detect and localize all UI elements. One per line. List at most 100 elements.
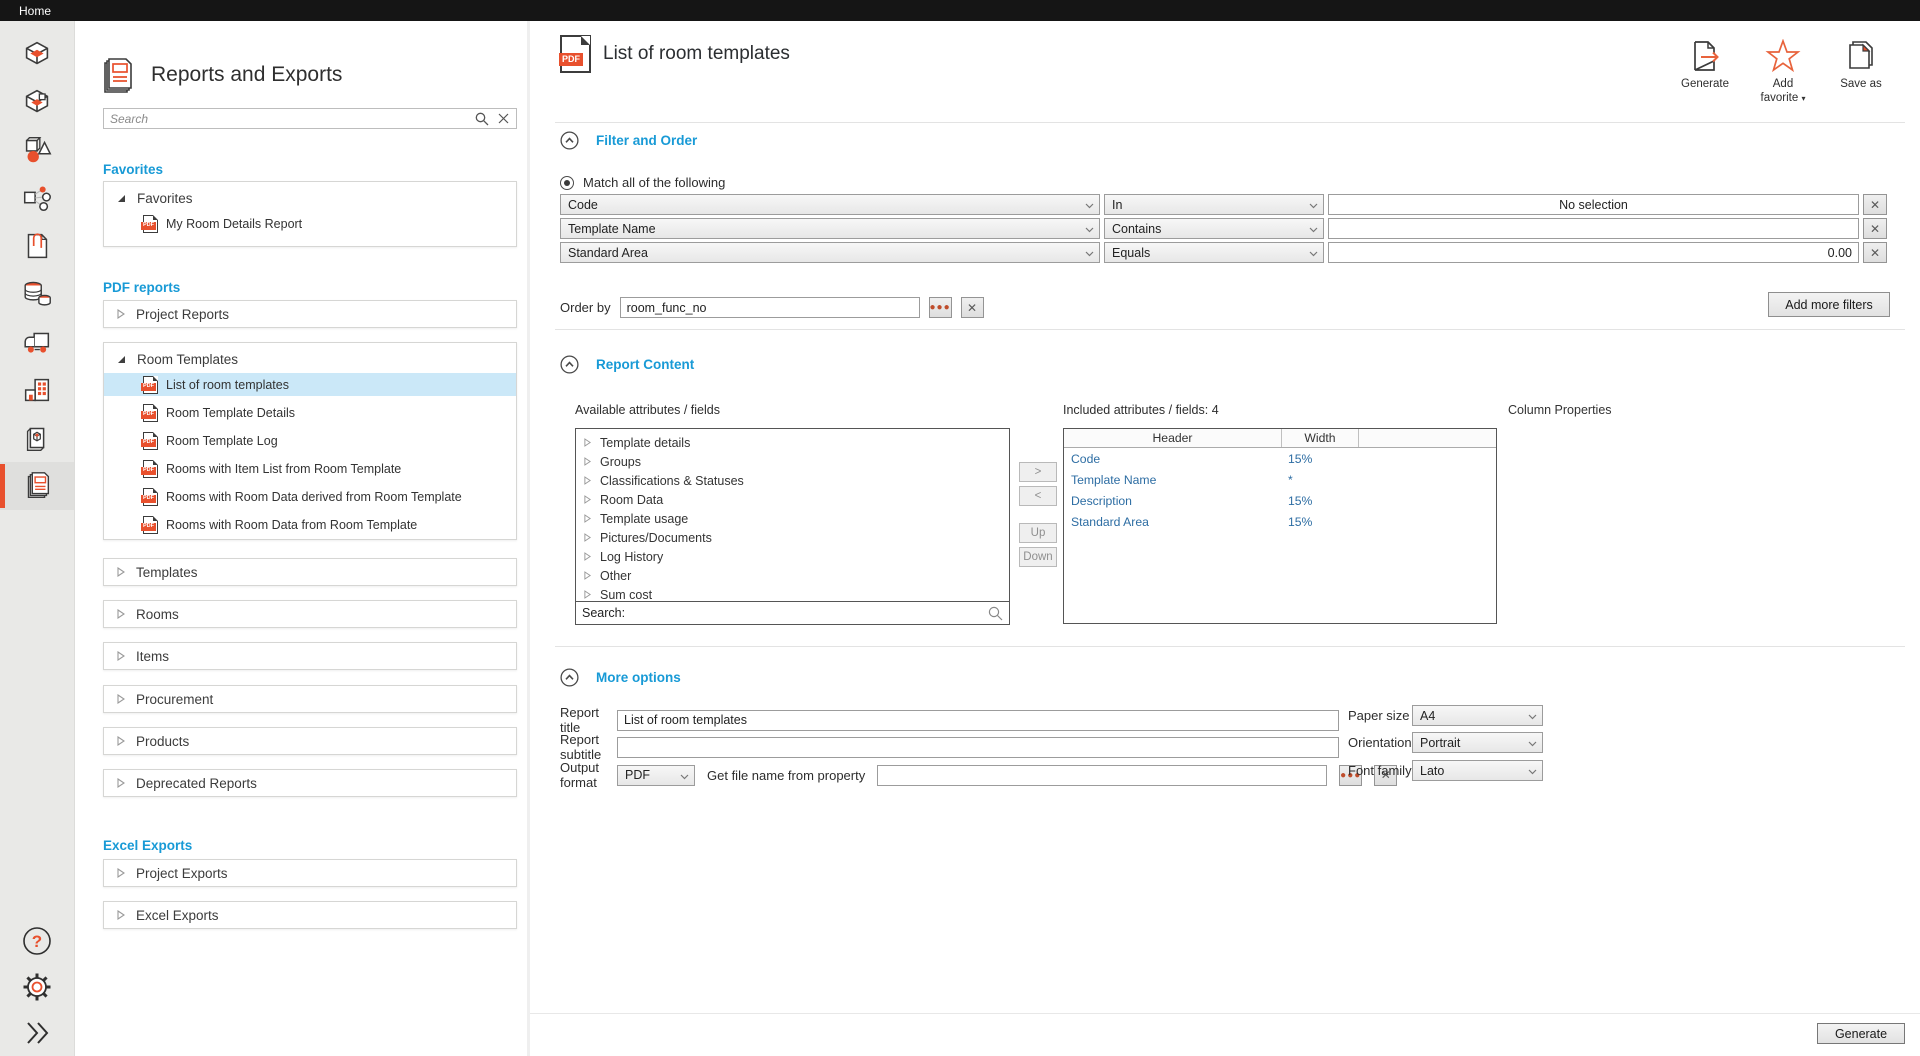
clear-filter-button[interactable]: ✕ [1863, 218, 1887, 239]
order-by-browse-button[interactable]: ●●● [929, 297, 952, 318]
report-title-input[interactable] [617, 710, 1339, 731]
generate-toolbar-button[interactable]: Generate [1679, 39, 1731, 106]
tree-item-my-room-details-report[interactable]: My Room Details Report [104, 212, 516, 235]
clear-filter-button[interactable]: ✕ [1863, 194, 1887, 215]
collapse-section-icon[interactable] [560, 668, 579, 687]
rail-item-facility[interactable] [0, 366, 74, 414]
collapse-section-icon[interactable] [560, 131, 579, 150]
tree-group-procurement[interactable]: Procurement [104, 686, 516, 712]
tree-group-excel-exports[interactable]: Excel Exports [104, 902, 516, 928]
included-attributes-label: Included attributes / fields: 4 [1063, 403, 1219, 417]
filter-attribute-select[interactable]: Code [560, 194, 1100, 215]
tree-item-rooms-with-room-data[interactable]: Rooms with Room Data from Room Template [104, 513, 516, 536]
orientation-select[interactable]: Portrait [1412, 732, 1543, 753]
tree-group-favorites[interactable]: Favorites [104, 185, 516, 212]
table-row[interactable]: Code 15% [1064, 448, 1496, 469]
available-item-template-details[interactable]: Template details [576, 433, 1009, 452]
tree-group-deprecated-reports[interactable]: Deprecated Reports [104, 770, 516, 796]
tree-group-templates[interactable]: Templates [104, 559, 516, 585]
generate-button[interactable]: Generate [1817, 1023, 1905, 1044]
save-as-toolbar-button[interactable]: Save as [1835, 39, 1887, 106]
rail-item-settings[interactable] [0, 964, 74, 1010]
tree-group-project-reports[interactable]: Project Reports [104, 301, 516, 327]
get-file-name-input[interactable] [877, 765, 1327, 786]
match-all-radio[interactable] [560, 176, 574, 190]
collapse-section-icon[interactable] [560, 355, 579, 374]
paper-size-select[interactable]: A4 [1412, 705, 1543, 726]
remove-attribute-button[interactable]: < [1019, 486, 1057, 506]
order-by-row: Order by ●●● ✕ [560, 297, 984, 318]
order-by-input[interactable] [620, 297, 920, 318]
filter-value-field[interactable]: No selection [1328, 194, 1859, 215]
tree-group-project-exports[interactable]: Project Exports [104, 860, 516, 886]
font-family-select[interactable]: Lato [1412, 760, 1543, 781]
rail-item-help[interactable]: ? [0, 918, 74, 964]
available-item-log-history[interactable]: Log History [576, 547, 1009, 566]
filter-operator-select[interactable]: Contains [1104, 218, 1324, 239]
available-item-groups[interactable]: Groups [576, 452, 1009, 471]
tree-item-rooms-with-item-list[interactable]: Rooms with Item List from Room Template [104, 457, 516, 480]
home-tab[interactable]: Home [19, 4, 51, 18]
move-down-button[interactable]: Down [1019, 547, 1057, 567]
shapes-icon [20, 133, 54, 167]
items-card: Items [103, 642, 517, 670]
tree-group-label: Procurement [136, 692, 213, 707]
column-header[interactable]: Header [1064, 429, 1281, 447]
tree-item-list-of-room-templates[interactable]: List of room templates [104, 373, 516, 396]
rail-item-shapes[interactable] [0, 126, 74, 174]
order-by-clear-button[interactable]: ✕ [961, 297, 984, 318]
tree-group-label: Excel Exports [136, 908, 219, 923]
rail-item-rooms[interactable] [0, 30, 74, 78]
available-item-pictures-documents[interactable]: Pictures/Documents [576, 528, 1009, 547]
tree-group-products[interactable]: Products [104, 728, 516, 754]
rail-item-product-catalog[interactable] [0, 414, 74, 462]
match-all-radio-row[interactable]: Match all of the following [560, 175, 725, 190]
report-subtitle-input[interactable] [617, 737, 1339, 758]
rail-item-finance[interactable] [0, 270, 74, 318]
tree-item-room-template-log[interactable]: Room Template Log [104, 429, 516, 452]
tree-item-room-template-details[interactable]: Room Template Details [104, 401, 516, 424]
rail-item-logistics[interactable] [0, 318, 74, 366]
available-item-template-usage[interactable]: Template usage [576, 509, 1009, 528]
filter-value-field[interactable] [1328, 218, 1859, 239]
filter-value-field[interactable]: 0.00 [1328, 242, 1859, 263]
available-item-classifications[interactable]: Classifications & Statuses [576, 471, 1009, 490]
add-attribute-button[interactable]: > [1019, 462, 1057, 482]
panel-search[interactable] [103, 108, 517, 129]
rail-item-room-design[interactable] [0, 78, 74, 126]
dropdown-caret-icon[interactable]: ▾ [1801, 94, 1805, 103]
rail-item-item-network[interactable] [0, 174, 74, 222]
table-row[interactable]: Standard Area 15% [1064, 511, 1496, 532]
panel-search-input[interactable] [104, 112, 475, 126]
collapsed-arrow-icon [584, 476, 591, 485]
table-row[interactable]: Description 15% [1064, 490, 1496, 511]
column-width[interactable]: Width [1281, 429, 1358, 447]
tree-group-rooms[interactable]: Rooms [104, 601, 516, 627]
search-icon[interactable] [475, 112, 489, 126]
tree-group-items[interactable]: Items [104, 643, 516, 669]
filter-operator-select[interactable]: Equals [1104, 242, 1324, 263]
rail-item-expand-panel[interactable] [0, 1010, 74, 1056]
filter-attribute-select[interactable]: Template Name [560, 218, 1100, 239]
add-more-filters-button[interactable]: Add more filters [1768, 292, 1890, 317]
included-attributes-table: Header Width Code 15% Template Name * De… [1063, 428, 1497, 624]
available-item-other[interactable]: Other [576, 566, 1009, 585]
table-row[interactable]: Template Name * [1064, 469, 1496, 490]
collapsed-arrow-icon [584, 514, 591, 523]
rail-item-attached-documents[interactable] [0, 222, 74, 270]
tree-item-rooms-with-room-data-derived[interactable]: Rooms with Room Data derived from Room T… [104, 485, 516, 508]
add-favorite-toolbar-button[interactable]: Add favorite ▾ [1757, 39, 1809, 106]
available-item-room-data[interactable]: Room Data [576, 490, 1009, 509]
clear-search-icon[interactable] [498, 113, 509, 124]
rail-item-reports[interactable] [0, 462, 74, 510]
attributes-search-field[interactable]: Search: [576, 601, 1009, 624]
tree-group-room-templates[interactable]: Room Templates [104, 346, 516, 373]
filter-attribute-select[interactable]: Standard Area [560, 242, 1100, 263]
clear-filter-button[interactable]: ✕ [1863, 242, 1887, 263]
collapsed-arrow-icon [117, 309, 125, 319]
filter-operator-select[interactable]: In [1104, 194, 1324, 215]
generate-label: Generate [1681, 77, 1729, 91]
move-up-button[interactable]: Up [1019, 523, 1057, 543]
available-item-sum-cost[interactable]: Sum cost [576, 585, 1009, 601]
output-format-select[interactable]: PDF [617, 765, 695, 786]
